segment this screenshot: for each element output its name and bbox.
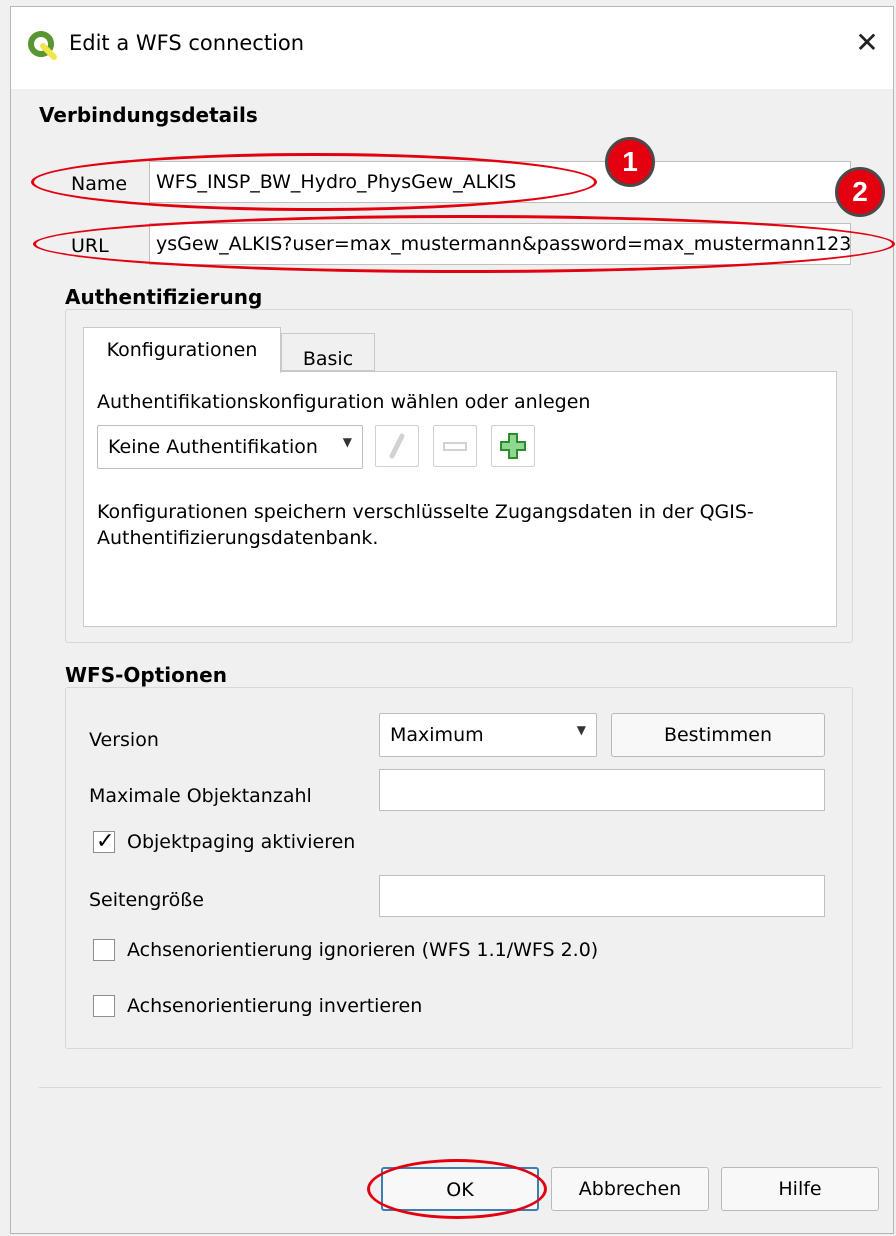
auth-info-text: Konfigurationen speichern verschlüsselte… [97,499,754,551]
minus-icon [443,442,467,451]
tab-konfigurationen-label: Konfigurationen [106,339,258,361]
page-size-label: Seitengröße [89,889,204,911]
invert-axis-label: Achsenorientierung invertieren [127,995,423,1017]
auth-info-line1: Konfigurationen speichern verschlüsselte… [97,501,754,523]
wfs-connection-dialog: Edit a WFS connection ✕ Verbindungsdetai… [10,6,895,1234]
checkmark-icon: ✓ [96,829,115,854]
annotation-badge-2: 2 [835,167,885,217]
max-features-label: Maximale Objektanzahl [89,785,312,807]
max-features-input[interactable] [379,769,825,811]
tab-basic-label: Basic [302,348,354,370]
add-config-button[interactable] [491,425,535,467]
connection-section-title: Verbindungsdetails [39,103,258,127]
annotation-badge-1: 1 [605,137,655,187]
auth-info-line2: Authentifizierungsdatenbank. [97,527,379,549]
auth-prompt: Authentifikationskonfiguration wählen od… [97,391,591,413]
version-label: Version [89,729,159,751]
ignore-axis-checkbox[interactable] [93,939,115,961]
title-bar: Edit a WFS connection ✕ [11,7,893,89]
paging-checkbox[interactable]: ✓ [93,829,115,854]
tab-konfigurationen[interactable]: Konfigurationen [83,327,281,373]
detect-version-button[interactable]: Bestimmen [611,713,825,757]
remove-config-button[interactable] [433,425,477,467]
page-size-input[interactable] [379,875,825,917]
edit-config-button[interactable] [375,425,419,467]
window-title: Edit a WFS connection [69,31,305,55]
ignore-axis-label: Achsenorientierung ignorieren (WFS 1.1/W… [127,939,599,961]
version-select[interactable]: Maximum ▼ [379,713,597,757]
cancel-button-label: Abbrechen [578,1178,682,1200]
plus-icon [500,433,526,459]
divider [39,1087,881,1164]
chevron-down-icon: ▼ [576,723,586,737]
paging-label: Objektpaging aktivieren [127,831,356,853]
close-button[interactable]: ✕ [847,23,887,63]
invert-axis-checkbox[interactable] [93,995,115,1017]
auth-config-value: Keine Authentifikation [108,436,318,458]
wfs-section-title: WFS-Optionen [65,663,227,687]
close-icon: ✕ [855,26,879,59]
help-button[interactable]: Hilfe [721,1167,879,1211]
annotation-ellipse-ok [367,1159,547,1219]
auth-section-title: Authentifizierung [65,285,263,309]
qgis-logo-icon [28,31,57,60]
annotation-ellipse-name [31,153,597,211]
help-button-label: Hilfe [778,1178,822,1200]
detect-version-label: Bestimmen [663,724,773,746]
cancel-button[interactable]: Abbrechen [551,1167,709,1211]
pencil-icon [389,433,405,459]
annotation-ellipse-url [33,215,895,273]
auth-config-select[interactable]: Keine Authentifikation ▼ [97,425,363,469]
chevron-down-icon: ▼ [342,435,352,449]
version-value: Maximum [390,724,484,746]
tab-basic[interactable]: Basic [281,333,375,371]
